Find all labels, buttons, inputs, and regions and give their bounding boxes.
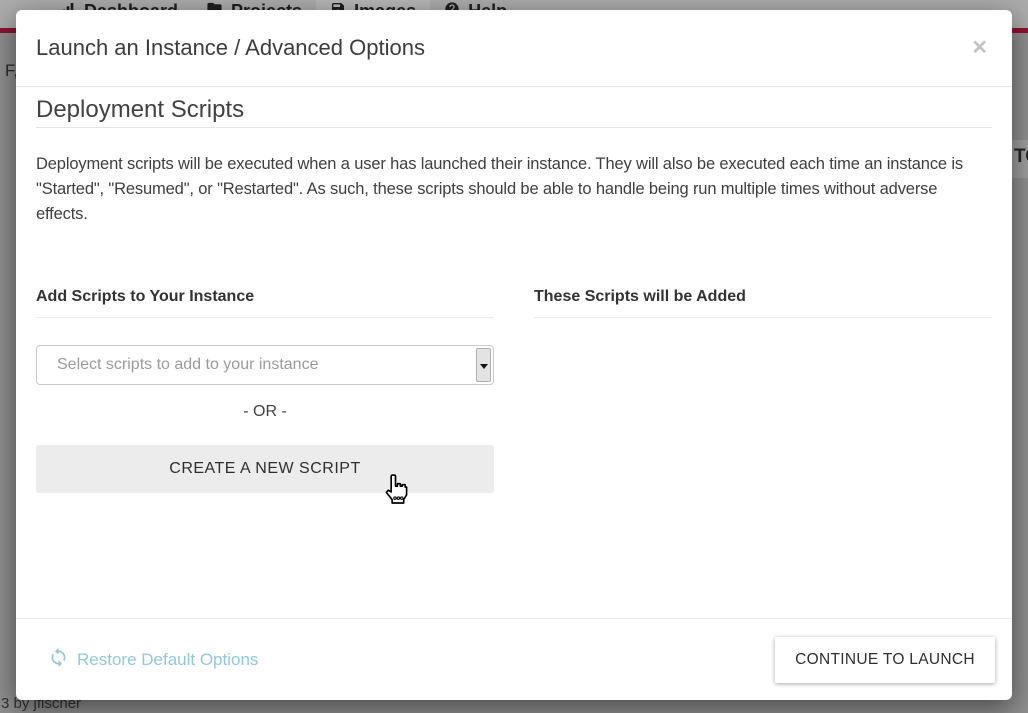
- added-scripts-heading: These Scripts will be Added: [534, 287, 992, 318]
- added-scripts-column: These Scripts will be Added: [534, 287, 992, 493]
- section-heading: Deployment Scripts: [36, 96, 992, 128]
- continue-to-launch-button[interactable]: CONTINUE TO LAUNCH: [775, 637, 995, 683]
- modal-header: Launch an Instance / Advanced Options ✕: [16, 10, 1012, 87]
- close-icon[interactable]: ✕: [971, 38, 988, 58]
- background-text-fragment-right: TO: [1014, 146, 1028, 168]
- or-separator: - OR -: [36, 403, 494, 421]
- restore-label: Restore Default Options: [77, 650, 258, 670]
- script-columns: Add Scripts to Your Instance Select scri…: [36, 287, 992, 493]
- modal-footer: Restore Default Options CONTINUE TO LAUN…: [16, 618, 1012, 700]
- scripts-select-placeholder: Select scripts to add to your instance: [57, 356, 318, 374]
- modal-title: Launch an Instance / Advanced Options: [36, 35, 971, 61]
- create-script-wrap: CREATE A NEW SCRIPT: [36, 445, 494, 493]
- modal-body: Deployment Scripts Deployment scripts wi…: [16, 96, 1012, 493]
- restore-default-options-link[interactable]: Restore Default Options: [48, 647, 258, 673]
- refresh-icon: [48, 647, 69, 673]
- chevron-down-icon[interactable]: [476, 348, 491, 382]
- advanced-options-modal: Launch an Instance / Advanced Options ✕ …: [16, 10, 1012, 700]
- create-new-script-button[interactable]: CREATE A NEW SCRIPT: [36, 445, 494, 493]
- add-scripts-heading: Add Scripts to Your Instance: [36, 287, 494, 318]
- scripts-select[interactable]: Select scripts to add to your instance: [36, 345, 494, 385]
- section-description: Deployment scripts will be executed when…: [36, 152, 981, 227]
- add-scripts-column: Add Scripts to Your Instance Select scri…: [36, 287, 494, 493]
